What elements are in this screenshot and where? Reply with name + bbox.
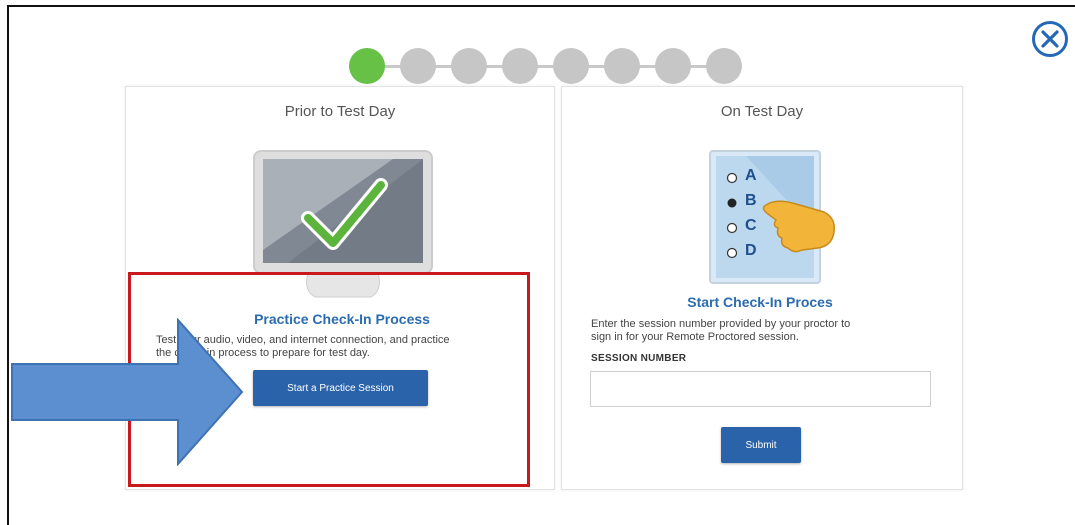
step-dot-2: [400, 48, 436, 84]
option-d-label: D: [745, 242, 757, 259]
panel-title: Prior to Test Day: [284, 103, 396, 120]
step-dot-7: [655, 48, 691, 84]
option-c-label: C: [745, 217, 757, 234]
option-b-label: B: [745, 192, 757, 209]
arrow-right-icon: [11, 318, 244, 466]
checkin-heading: Start Check-In Proces: [687, 294, 833, 310]
option-a-label: A: [745, 167, 757, 184]
panel-title: On Test Day: [720, 103, 804, 120]
close-button[interactable]: [1032, 21, 1068, 57]
close-circle-icon: [1041, 30, 1059, 48]
quiz-card-hand-icon: A B C D: [706, 150, 854, 290]
step-dot-4: [502, 48, 538, 84]
progress-steps: [349, 48, 744, 84]
step-dot-1: [349, 48, 385, 84]
step-dot-6: [604, 48, 640, 84]
step-dot-3: [451, 48, 487, 84]
submit-button[interactable]: Submit: [721, 427, 801, 463]
checkin-description-line2: sign in for your Remote Proctored sessio…: [591, 331, 799, 343]
session-number-input[interactable]: [590, 371, 931, 407]
checkin-description-line1: Enter the session number provided by you…: [591, 318, 851, 330]
session-number-label: SESSION NUMBER: [591, 353, 687, 364]
step-dot-5: [553, 48, 589, 84]
step-dot-8: [706, 48, 742, 84]
